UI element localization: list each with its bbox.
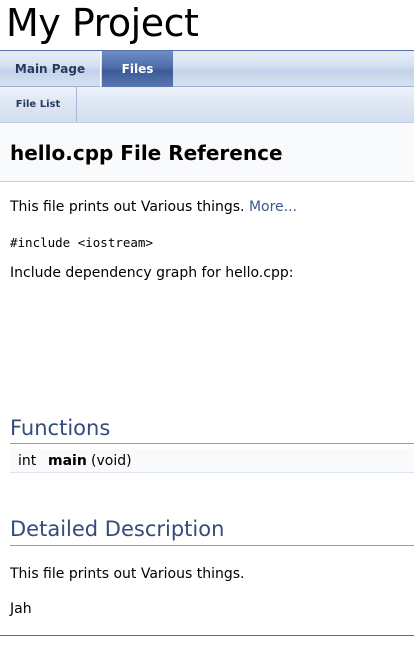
function-args: (void) <box>91 453 132 469</box>
detail-paragraph: Jah <box>10 601 32 617</box>
project-title: My Project <box>6 1 199 45</box>
function-return-type: int <box>18 453 37 469</box>
function-row: int main (void) <box>10 449 414 473</box>
main-nav-tabs: Main Page Files <box>0 51 414 87</box>
footer-divider <box>0 635 414 636</box>
tab-main-page[interactable]: Main Page <box>0 51 101 87</box>
sub-nav-tabs: File List <box>0 87 414 123</box>
function-name-link[interactable]: main <box>48 451 87 471</box>
more-link[interactable]: More... <box>249 199 297 215</box>
tab-file-list[interactable]: File List <box>0 87 77 122</box>
detailed-description-heading: Detailed Description <box>10 517 225 541</box>
brief-text: This file prints out Various things. <box>10 199 249 215</box>
tab-files[interactable]: Files <box>102 51 173 87</box>
include-directive: #include <iostream> <box>10 235 153 250</box>
detail-paragraph: This file prints out Various things. <box>10 566 245 582</box>
page-header: hello.cpp File Reference <box>0 123 414 182</box>
functions-divider <box>10 443 414 444</box>
detailed-description-divider <box>10 545 414 546</box>
brief-description: This file prints out Various things. Mor… <box>10 197 297 217</box>
page-title: hello.cpp File Reference <box>10 141 283 165</box>
functions-heading: Functions <box>10 416 111 440</box>
dependency-graph-label: Include dependency graph for hello.cpp: <box>10 265 294 281</box>
